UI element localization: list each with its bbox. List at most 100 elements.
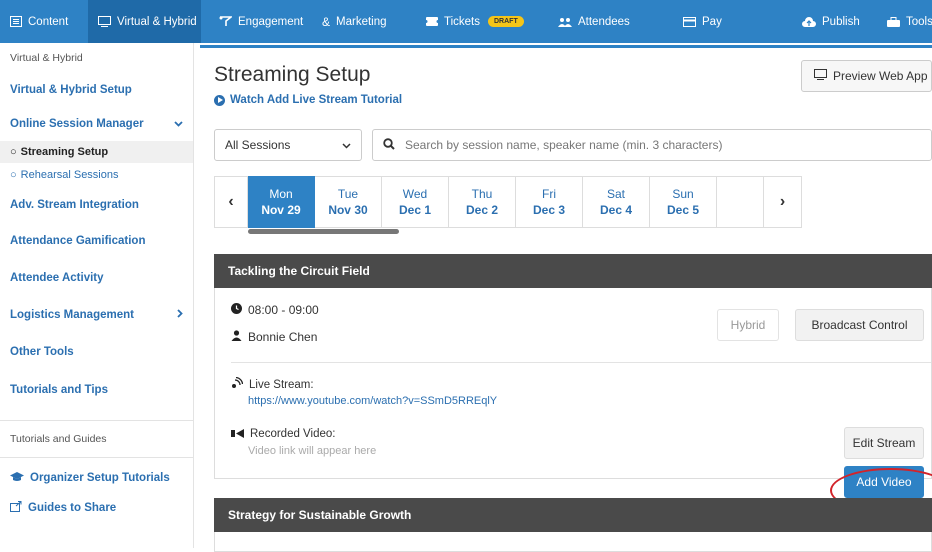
sidebar-item-organizer-setup-tutorials[interactable]: Organizer Setup Tutorials — [0, 458, 193, 498]
users-icon — [558, 17, 572, 27]
page-title: Streaming Setup — [214, 63, 371, 86]
tab-content-label: Content — [28, 15, 69, 28]
sidebar-item-online-session-manager[interactable]: Online Session Manager — [0, 107, 193, 141]
tab-tickets[interactable]: Tickets DRAFT — [406, 0, 528, 43]
preview-web-app-button[interactable]: Preview Web App — [801, 60, 932, 92]
tab-publish-label: Publish — [822, 15, 860, 28]
sidebar-item-attendee-activity[interactable]: Attendee Activity — [0, 259, 193, 297]
session-title: Tackling the Circuit Field — [228, 264, 370, 278]
header-accent-line — [200, 45, 932, 48]
sidebar-item-guides-to-share[interactable]: Guides to Share — [0, 498, 193, 518]
broadcast-icon — [231, 376, 244, 392]
sidebar-item-attendance-gamification[interactable]: Attendance Gamification — [0, 223, 193, 259]
chevron-down-icon — [342, 138, 351, 152]
tab-virtual-hybrid-label: Virtual & Hybrid — [117, 15, 197, 28]
clock-icon — [231, 303, 242, 317]
circle-bullet-icon: ○ — [10, 146, 17, 158]
draft-badge: DRAFT — [488, 16, 524, 27]
tab-tools-label: Tools — [906, 15, 932, 28]
sidebar-item-tutorials-and-tips[interactable]: Tutorials and Tips — [0, 371, 193, 409]
sidebar-item-label: Rehearsal Sessions — [20, 169, 119, 181]
tab-attendees-label: Attendees — [578, 15, 630, 28]
tab-tools[interactable]: Tools — [873, 0, 932, 43]
chevron-down-icon — [174, 119, 183, 130]
sidebar: Virtual & Hybrid Virtual & Hybrid Setup … — [0, 43, 194, 548]
next-day-button[interactable]: › — [764, 176, 802, 228]
toolbox-icon — [887, 16, 900, 27]
day-tab-tue[interactable]: Tue Nov 30 — [315, 176, 382, 228]
session-header: Strategy for Sustainable Growth — [214, 498, 932, 532]
hybrid-button[interactable]: Hybrid — [717, 309, 779, 341]
circle-bullet-icon: ○ — [10, 169, 17, 181]
tab-marketing[interactable]: & Marketing — [312, 0, 406, 43]
day-date: Dec 1 — [398, 203, 432, 217]
live-stream-url-link[interactable]: https://www.youtube.com/watch?v=SSmD5RRE… — [248, 395, 497, 407]
tab-pay[interactable]: Pay — [648, 0, 758, 43]
day-tab-thu[interactable]: Thu Dec 2 — [449, 176, 516, 228]
day-tab-sat[interactable]: Sat Dec 4 — [583, 176, 650, 228]
day-tab-fri[interactable]: Fri Dec 3 — [516, 176, 583, 228]
day-date: Nov 30 — [328, 203, 368, 217]
recorded-video-row: Recorded Video: — [231, 427, 335, 441]
day-name: Tue — [337, 187, 359, 201]
edit-stream-button[interactable]: Edit Stream — [844, 427, 924, 459]
sidebar-item-adv-stream-integration[interactable]: Adv. Stream Integration — [0, 187, 193, 223]
preview-web-app-label: Preview Web App — [833, 69, 928, 83]
previous-day-button[interactable]: ‹ — [214, 176, 248, 228]
tab-tickets-label: Tickets — [444, 15, 480, 28]
top-navigation: Content Virtual & Hybrid Engagement & Ma… — [0, 0, 932, 43]
sidebar-item-rehearsal-sessions[interactable]: ○ Rehearsal Sessions — [0, 163, 193, 187]
session-time: 08:00 - 09:00 — [248, 303, 319, 317]
session-title: Strategy for Sustainable Growth — [228, 508, 412, 522]
sidebar-item-label: Attendee Activity — [10, 272, 104, 284]
date-selector: ‹ Mon Nov 29 Tue Nov 30 Wed Dec 1 Thu De… — [214, 176, 932, 228]
sidebar-item-label: Guides to Share — [28, 502, 117, 514]
day-name: Sun — [672, 187, 694, 201]
tab-attendees[interactable]: Attendees — [528, 0, 648, 43]
sidebar-item-label: Streaming Setup — [20, 146, 109, 158]
sidebar-item-label: Other Tools — [10, 346, 74, 358]
sidebar-item-other-tools[interactable]: Other Tools — [0, 333, 193, 371]
search-icon — [383, 137, 395, 153]
tab-marketing-label: Marketing — [336, 15, 387, 28]
content-icon — [10, 16, 22, 27]
tab-engagement-label: Engagement — [238, 15, 304, 28]
session-speaker-row: Bonnie Chen — [231, 330, 317, 344]
monitor-icon — [814, 69, 827, 83]
sidebar-item-label: Attendance Gamification — [10, 235, 146, 247]
date-strip-scrollbar[interactable] — [248, 229, 399, 234]
sidebar-guides-title: Tutorials and Guides — [10, 433, 107, 445]
ticket-icon — [426, 17, 438, 26]
sidebar-item-logistics-management[interactable]: Logistics Management — [0, 297, 193, 333]
tab-pay-label: Pay — [702, 15, 722, 28]
watch-tutorial-link[interactable]: Watch Add Live Stream Tutorial — [214, 94, 402, 106]
tab-virtual-hybrid[interactable]: Virtual & Hybrid — [88, 0, 201, 43]
share-icon — [10, 501, 22, 515]
day-tab-wed[interactable]: Wed Dec 1 — [382, 176, 449, 228]
sidebar-item-label: Logistics Management — [10, 309, 134, 321]
sidebar-item-virtual-hybrid-setup[interactable]: Virtual & Hybrid Setup — [0, 73, 193, 107]
session-speaker: Bonnie Chen — [248, 330, 318, 344]
sidebar-item-label: Tutorials and Tips — [10, 384, 108, 396]
tab-engagement[interactable]: Engagement — [201, 0, 312, 43]
day-tab-sun[interactable]: Sun Dec 5 — [650, 176, 717, 228]
chevron-right-icon — [177, 309, 183, 321]
session-filter-select[interactable]: All Sessions — [214, 129, 362, 161]
search-input[interactable] — [403, 137, 907, 153]
tab-content[interactable]: Content — [0, 0, 88, 43]
sidebar-item-label: Organizer Setup Tutorials — [30, 472, 170, 484]
session-time-row: 08:00 - 09:00 — [231, 303, 319, 317]
sidebar-item-streaming-setup[interactable]: ○ Streaming Setup — [0, 141, 193, 163]
session-card: 08:00 - 09:00 Bonnie Chen Hybrid Broadca… — [214, 288, 932, 513]
day-tab-mon[interactable]: Mon Nov 29 — [248, 176, 315, 228]
tab-publish[interactable]: Publish — [758, 0, 873, 43]
video-camera-icon — [231, 427, 244, 441]
broadcast-control-button[interactable]: Broadcast Control — [795, 309, 924, 341]
day-date: Dec 2 — [465, 203, 499, 217]
session-card — [214, 532, 932, 552]
session-filter-value: All Sessions — [225, 138, 291, 152]
chevron-left-icon: ‹ — [228, 193, 234, 210]
chevron-right-icon: › — [779, 193, 786, 210]
day-date: Dec 4 — [599, 203, 633, 217]
add-video-button[interactable]: Add Video — [844, 466, 924, 498]
